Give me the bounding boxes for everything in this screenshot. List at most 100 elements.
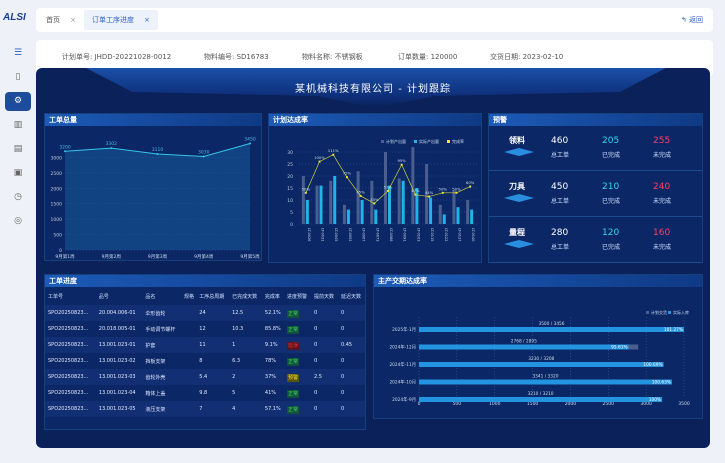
x-tick-label: LT-0088 (389, 228, 393, 241)
actual-bar (419, 327, 684, 332)
total-label: 总工单 (551, 152, 570, 159)
column-header[interactable]: 已完成天数 (229, 287, 262, 305)
column-header[interactable]: 提前天数 (311, 287, 338, 305)
rate-point (441, 191, 444, 194)
document-icon[interactable]: ▯ (5, 68, 31, 87)
x-tick-label: 3500 (678, 401, 690, 407)
table-cell (181, 321, 196, 337)
undone-value: 255 (653, 136, 671, 146)
column-header[interactable]: 进度预警 (284, 287, 311, 305)
plan-bar (301, 176, 305, 224)
table-cell: 2.5 (310, 369, 338, 385)
total-value: 450 (551, 182, 569, 192)
rate-label: 50% (452, 186, 461, 191)
table-row[interactable]: SPO20250823... 13.001.023-03 齿轮外壳 5.4 2 37% 预警… (45, 369, 365, 385)
tab-label: 订单工序进度 (92, 16, 134, 24)
x-tick-label: LT-0045 (334, 228, 338, 241)
rate-point (414, 193, 417, 196)
column-header[interactable]: 延迟天数 (338, 287, 365, 305)
column-header[interactable]: 品名 (142, 287, 181, 305)
status-badge: 预警 (287, 373, 300, 382)
x-tick-label: 9月第1周 (55, 253, 74, 260)
y-tick-label: 2025年-1月 (392, 326, 416, 333)
material-name: 物料名称: 不锈钢板 (302, 53, 363, 61)
table-cell: 8 (199, 358, 203, 364)
close-icon[interactable]: × (70, 16, 76, 24)
dashboard: 某机械科技有限公司 - 计划跟踪 工单总量 0 500 1000 1500 2000 25… (36, 68, 710, 448)
data-point (64, 150, 66, 153)
table-row[interactable]: SPO20250823... 13.001.023-04 箱体上盖 9.8 5 41% 正常… (45, 385, 365, 401)
column-header[interactable]: 工单号 (45, 287, 96, 305)
table-cell: 10.3 (232, 326, 244, 332)
x-tick-label: 9月第4周 (194, 253, 213, 260)
table-cell: SPO20250823... (48, 358, 89, 364)
table-row[interactable]: SPO20250823... 20.004.006-01 伞形齿轮 24 12.5 52.… (45, 305, 365, 321)
back-label: 返回 (689, 16, 703, 24)
column-header[interactable]: 规格 (181, 287, 196, 305)
panel-title: 主产交期达成率 (374, 275, 702, 287)
calendar-icon[interactable]: ▤ (5, 140, 31, 159)
warning-row: 刀具 450 总工单 210 已完成 240 未完成 (489, 172, 702, 217)
tab-home[interactable]: 首页 × (38, 10, 84, 30)
table-cell: 9.1% (261, 337, 285, 353)
plan-bar (411, 147, 415, 224)
y-tick-label: 0 (290, 222, 293, 228)
bar-value-label: 3341 / 3320 (532, 374, 558, 380)
close-icon[interactable]: × (144, 16, 150, 24)
plan-bar (342, 204, 346, 224)
settings-gear-icon[interactable]: ⚙ (5, 92, 31, 111)
warning-name: 量程 (509, 228, 525, 237)
logo: ALSI (3, 12, 26, 23)
column-header[interactable]: 工序总周期 (196, 287, 229, 305)
plan-bar (438, 204, 442, 224)
y-tick-label: 2500 (51, 171, 63, 177)
table-cell: 11 (196, 337, 230, 353)
clock-icon[interactable]: ◷ (5, 188, 31, 207)
bar-value-label: 2768 / 2895 (511, 339, 537, 345)
rate-point (332, 153, 335, 156)
table-row[interactable]: SPO20250823... 13.001.023-01 护套 11 1 9.1% 延误 0 0… (45, 337, 365, 353)
y-tick-label: 0 (59, 248, 62, 254)
circle-settings-icon[interactable]: ◎ (5, 212, 31, 231)
status-badge: 正常 (287, 389, 300, 398)
rate-label: 45% (356, 189, 365, 194)
warning-panel: 预警 领料 460 总工单 205 已完成 255 未完成 刀具 450 总工单 210 已… (488, 113, 703, 263)
status-badge: 正常 (287, 405, 300, 414)
rate-point (359, 194, 362, 197)
legend-swatch (668, 311, 671, 314)
column-header[interactable]: 完成率 (262, 287, 284, 305)
table-row[interactable]: SPO20250823... 13.001.023-05 液压支架 7 4 57.1% 正常… (45, 401, 365, 417)
actual-bar (419, 362, 664, 367)
x-tick-label: 9月第5周 (240, 253, 259, 260)
tab-order-progress[interactable]: 订单工序进度 × (84, 10, 158, 30)
building-icon[interactable]: ▥ (5, 116, 31, 135)
rate-label: 111% (328, 148, 339, 153)
plan-bar (397, 178, 401, 224)
table-cell: 9.8 (199, 390, 208, 396)
table-row[interactable]: SPO20250823... 13.001.023-02 挡板支架 8 6.3 78% 正常… (45, 353, 365, 369)
panel-title: 预警 (489, 114, 702, 126)
data-label: 3302 (106, 141, 118, 147)
table-cell: 齿轮外壳 (142, 369, 182, 385)
delivery-date: 交货日期: 2023-02-10 (490, 53, 564, 61)
table-cell: 52.1% (261, 305, 285, 321)
data-label: 3450 (244, 137, 256, 143)
table-row[interactable]: SPO20250823... 20.018.005-01 手动调节螺杆 12 10.3 8… (45, 321, 365, 337)
data-point (110, 147, 113, 150)
calendar-check-icon[interactable]: ▣ (5, 164, 31, 183)
total-value: 280 (551, 228, 569, 238)
table-cell: 41% (264, 390, 277, 396)
table-cell: 5.4 (196, 369, 230, 385)
actual-bar (419, 344, 629, 350)
table-cell: 挡板支架 (145, 358, 166, 365)
rate-label: 100.69% (643, 362, 662, 368)
menu-icon[interactable]: ☰ (5, 44, 31, 63)
actual-bar (319, 185, 323, 224)
y-tick-label: 2024年-9月 (392, 396, 416, 403)
table-cell (181, 337, 197, 353)
table-cell: 正常 (284, 321, 311, 337)
column-header[interactable]: 品号 (96, 287, 143, 305)
work-order-total-panel: 工单总量 0 500 1000 1500 2000 2500 3000 3200 9月第1周 33… (44, 113, 262, 261)
back-button[interactable]: ↰ 返回 (681, 15, 703, 25)
x-tick-label: LT-0052 (348, 228, 352, 241)
